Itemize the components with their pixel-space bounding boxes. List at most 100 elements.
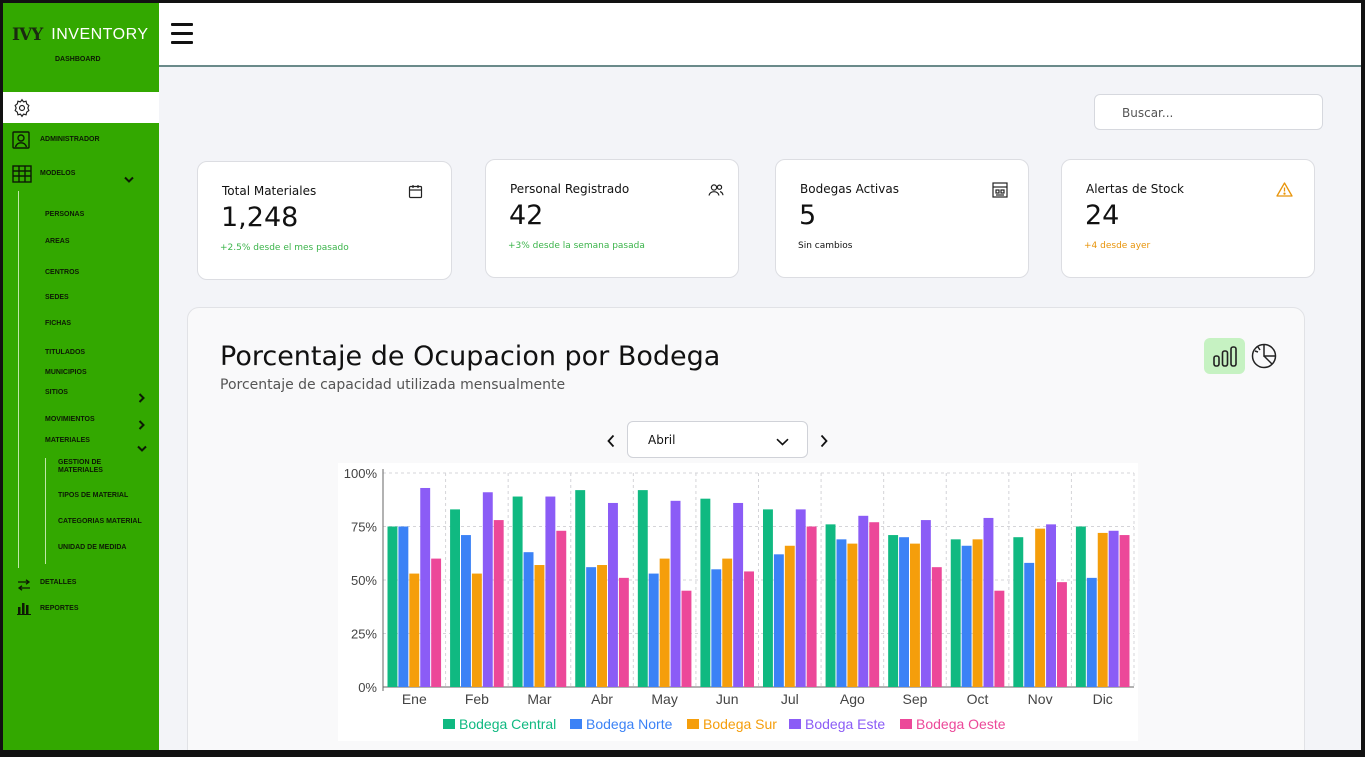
sidebar-item-administrador[interactable]: ADMINISTRADOR [40, 136, 100, 143]
stat-card-total-materiales: Total Materiales 1,248 +2.5% desde el me… [197, 161, 452, 280]
month-select-value: Abril [648, 433, 676, 447]
bar [1086, 577, 1097, 687]
bar [847, 543, 858, 687]
legend-swatch [900, 719, 912, 729]
bar [493, 520, 504, 687]
search-input[interactable]: Buscar... [1094, 94, 1323, 130]
x-tick-label: Mar [527, 691, 551, 707]
bar [681, 590, 692, 687]
bar [825, 524, 836, 687]
bar [763, 509, 773, 687]
y-tick-label: 25% [351, 627, 377, 642]
gear-icon[interactable] [12, 98, 32, 122]
bar [431, 558, 442, 687]
sidebar-item-sitios[interactable]: SITIOS [45, 389, 68, 396]
bar [1097, 532, 1108, 687]
brand: IVY INVENTORY [12, 25, 149, 45]
month-select[interactable]: Abril [627, 421, 808, 458]
chevron-right-icon[interactable] [138, 415, 146, 434]
brand-logo: IVY [12, 25, 43, 45]
sidebar-item-categorias-material[interactable]: CATEGORIAS MATERIAL [58, 518, 142, 525]
top-bar [159, 3, 1361, 67]
sidebar-item-tipos-material[interactable]: TIPOS DE MATERIAL [58, 492, 128, 499]
sidebar-item-materiales[interactable]: MATERIALES [45, 437, 90, 444]
sidebar-item-movimientos[interactable]: MOVIMIENTOS [45, 416, 95, 423]
bar [409, 573, 420, 687]
bar [670, 500, 681, 687]
bar [556, 530, 567, 687]
card-subtext: Sin cambios [798, 241, 853, 251]
x-tick-label: Jun [716, 691, 739, 707]
sidebar-item-sedes[interactable]: SEDES [45, 294, 69, 301]
bar [1046, 524, 1056, 687]
bar [618, 577, 629, 687]
bar [950, 539, 961, 687]
bar [461, 535, 471, 687]
bar [700, 498, 711, 687]
stat-card-alertas-stock: Alertas de Stock 24 +4 desde ayer [1061, 159, 1315, 278]
legend-label: Bodega Sur [703, 716, 777, 732]
bar [659, 558, 670, 687]
x-tick-label: Ago [840, 691, 865, 707]
chart-svg: 0% 25% 50% 75% 100% Ene Feb Mar Abr May Jun Jul Ago S… [338, 463, 1138, 741]
sidebar-item-titulados[interactable]: TITULADOS [45, 349, 85, 356]
sidebar-item-municipios[interactable]: MUNICIPIOS [45, 369, 87, 376]
bar-chart-icon [17, 600, 31, 619]
sidebar-item-reportes[interactable]: REPORTES [40, 605, 79, 612]
legend-label: Bodega Central [459, 716, 556, 732]
sidebar-settings-bar[interactable] [3, 92, 159, 123]
card-value: 24 [1085, 200, 1120, 231]
chevron-left-icon [607, 434, 615, 448]
x-tick-label: Nov [1028, 691, 1053, 707]
bar-chart-toggle-button[interactable] [1204, 338, 1245, 374]
x-tick-label: Jul [781, 691, 799, 707]
sidebar-item-areas[interactable]: AREAS [45, 238, 70, 245]
sidebar-item-fichas[interactable]: FICHAS [45, 320, 71, 327]
bar [784, 545, 795, 687]
bar [648, 573, 659, 687]
brand-subtitle: DASHBOARD [55, 56, 101, 63]
prev-month-button[interactable] [606, 433, 616, 452]
bar [1057, 582, 1067, 687]
bar [608, 502, 618, 687]
bar [994, 590, 1005, 687]
legend-swatch [789, 719, 801, 729]
bar [575, 490, 586, 687]
x-tick-label: Feb [465, 691, 489, 707]
x-tick-label: Dic [1093, 691, 1113, 707]
bar [773, 554, 784, 687]
card-title: Personal Registrado [510, 182, 630, 196]
panel-title: Porcentaje de Ocupacion por Bodega [220, 341, 721, 372]
stat-card-bodegas-activas: Bodegas Activas 5 Sin cambios [775, 159, 1029, 278]
bar [387, 526, 398, 687]
bar [586, 567, 597, 687]
bar [1013, 537, 1024, 687]
y-tick-label: 50% [351, 573, 377, 588]
chevron-down-icon[interactable] [137, 438, 147, 457]
card-value: 42 [509, 200, 544, 231]
bar [888, 535, 899, 687]
brand-title: INVENTORY [51, 26, 149, 43]
sidebar-item-unidad-medida[interactable]: UNIDAD DE MEDIDA [58, 544, 126, 551]
sidebar-item-personas[interactable]: PERSONAS [45, 211, 84, 218]
bar [910, 543, 920, 687]
users-icon [708, 182, 724, 201]
sidebar-item-detalles[interactable]: DETALLES [40, 579, 76, 586]
chevron-right-icon[interactable] [138, 388, 146, 407]
user-admin-icon [12, 131, 30, 153]
bar [733, 502, 744, 687]
tree-line [18, 191, 19, 568]
occupancy-chart-panel: Porcentaje de Ocupacion por Bodega Porce… [187, 307, 1305, 750]
bar [1035, 528, 1046, 687]
pie-chart-toggle-button[interactable] [1250, 342, 1278, 374]
sidebar-item-gestion-materiales[interactable]: GESTION DE MATERIALES [58, 459, 103, 475]
hamburger-menu-icon[interactable] [171, 23, 193, 45]
y-tick-label: 0% [358, 680, 377, 695]
chevron-down-icon[interactable] [124, 169, 134, 188]
sidebar: IVY INVENTORY DASHBOARD ADMINISTRADOR MO… [3, 3, 159, 750]
bar [597, 565, 607, 687]
sidebar-item-modelos[interactable]: MODELOS [40, 170, 75, 177]
next-month-button[interactable] [819, 433, 829, 452]
sidebar-item-centros[interactable]: CENTROS [45, 269, 79, 276]
bar [482, 492, 493, 687]
